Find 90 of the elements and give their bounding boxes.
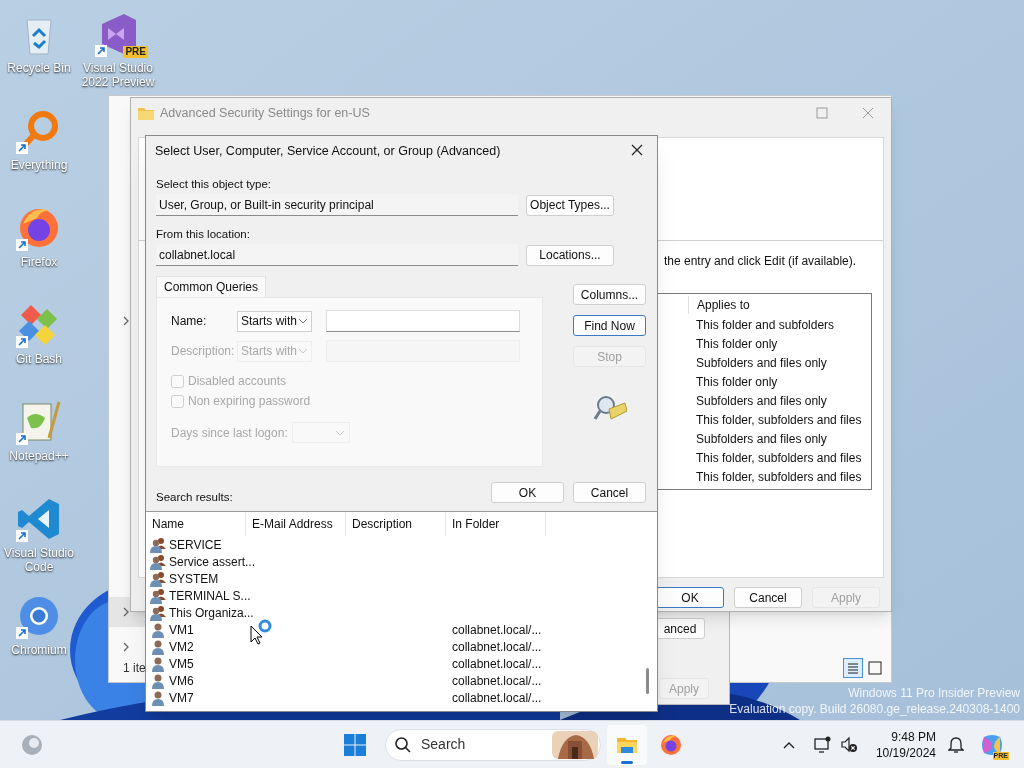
volume-muted-icon[interactable] [839,735,858,754]
group-icon [150,553,166,570]
cancel-button[interactable]: Cancel [734,587,802,608]
window-title: Advanced Security Settings for en-US [160,104,370,122]
object-type-field: User, Group, or Built-in security principal [156,194,518,216]
user-icon [150,655,166,672]
table-cell-text: Subfolders and files only [696,393,828,410]
columns-button[interactable]: Columns... [573,284,646,305]
text-input-field[interactable] [326,310,520,332]
watermark-text: Windows 11 Pro Insider Preview [848,685,1020,701]
column-header[interactable]: Description [346,512,446,536]
table-cell[interactable]: VM5 [169,654,194,673]
column-header[interactable]: In Folder [446,512,546,536]
ok-button[interactable]: OK [656,587,724,608]
search-icon [592,393,627,423]
start-icon[interactable] [343,732,367,757]
search-placeholder: Search [421,735,466,754]
table-cell-text: This folder, subfolders and files [696,450,863,467]
tiles-view-icon[interactable] [865,658,885,678]
table-cell[interactable]: VM6 [169,671,194,690]
table-cell[interactable]: This Organiza... [169,603,254,622]
table-cell-text: Subfolders and files only [696,431,828,448]
table-cell-text: This folder and subfolders [696,317,836,334]
bell-icon[interactable] [948,735,964,754]
field-label: Select this object type: [156,177,273,191]
field-label: From this location: [156,227,251,241]
table-cell[interactable]: SERVICE [169,535,222,554]
taskbar-button[interactable] [607,724,647,765]
search-icon [394,735,412,754]
table-cell[interactable]: SYSTEM [169,569,219,588]
group-icon [150,587,166,604]
chevron-down-icon [334,428,345,437]
object-types-button[interactable]: Object Types... [526,194,614,216]
instruction-text: the entry and click Edit (if available). [664,253,858,270]
user-icon [150,689,166,706]
field-label: Days since last logon: [171,424,288,442]
checkbox-label: Disabled accounts [188,373,287,390]
location-field: collabnet.local [156,244,518,266]
chevron-right-icon[interactable] [121,315,131,327]
field-label: Description: [171,343,236,360]
table-cell[interactable]: Service assert... [169,552,256,571]
table-cell[interactable]: VM2 [169,637,194,656]
chevron-down-icon [298,317,308,325]
column-header[interactable]: Name [146,512,246,536]
user-icon [150,638,166,655]
group-icon [150,604,166,621]
table-cell-text: This folder only [696,374,779,391]
advanced-button[interactable]: anced [655,618,705,639]
table-cell-text: collabnet.local/... [451,621,542,639]
table-cell[interactable]: TERMINAL S... [169,586,251,605]
table-cell-text: This folder, subfolders and files [696,412,863,429]
section-label: Search results: [156,489,233,505]
table-cell-text: This folder, subfolders and files [696,469,863,486]
details-view-icon[interactable] [843,658,863,678]
table-cell[interactable]: VM1 [169,620,194,639]
badge: PRE [123,46,148,58]
column-header[interactable]: Applies to [688,296,750,314]
clock[interactable]: 9:48 PM 10/19/2024 [875,728,936,761]
find-now-button[interactable]: Find Now [573,315,646,336]
table-cell[interactable]: VM7 [169,688,194,707]
busy-cursor-icon [250,619,274,645]
table-cell-text: Subfolders and files only [696,355,828,372]
locations-button[interactable]: Locations... [526,244,614,266]
column-header[interactable]: E-Mail Address [246,512,346,536]
match-dropdown[interactable]: Starts with [237,310,312,332]
checkbox-label: Non expiring password [188,393,311,410]
user-icon [150,672,166,689]
scrollbar-thumb[interactable] [646,668,649,694]
fox-globe-icon [659,732,683,757]
table-cell-text: collabnet.local/... [451,672,542,690]
group-icon [150,536,166,553]
chevron-right-icon[interactable] [121,606,131,618]
chevron-right-icon[interactable] [121,641,131,653]
network-icon[interactable] [813,735,832,754]
widgets-icon[interactable] [20,732,44,757]
ok-button[interactable]: OK [491,482,564,503]
user-icon [150,621,166,638]
tab[interactable]: Common Queries [156,276,267,297]
table-cell-text: collabnet.local/... [451,638,542,656]
table-cell-text: This folder only [696,336,779,353]
status-text: 1 ite [123,660,146,677]
table-cell-text: collabnet.local/... [451,689,542,707]
chevron-down-icon [298,347,308,355]
folder-icon [138,106,154,120]
cancel-button[interactable]: Cancel [573,482,646,503]
group-icon [150,570,166,587]
search-box[interactable]: Search [385,728,601,761]
field-label: Name: [171,313,208,330]
table-cell-text: collabnet.local/... [451,655,542,673]
dialog-title: Select User, Computer, Service Account, or Group (Advanced) [155,142,501,160]
